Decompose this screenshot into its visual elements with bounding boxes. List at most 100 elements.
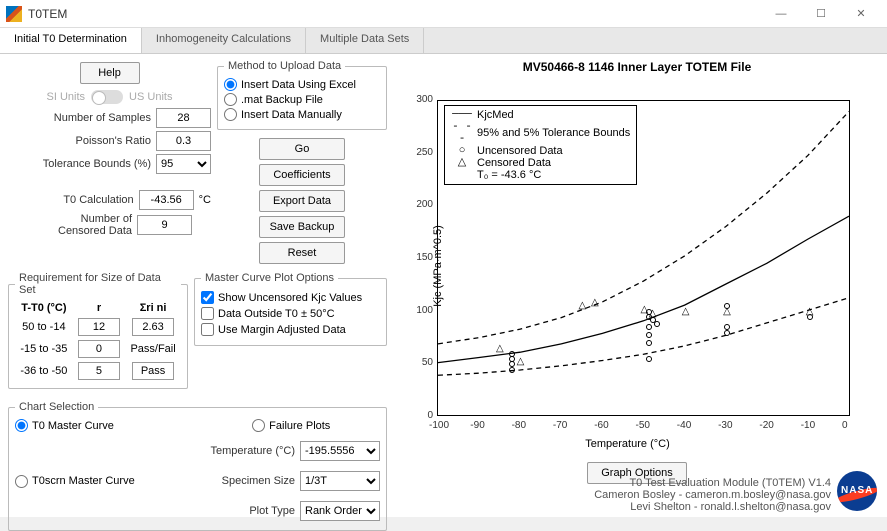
plot-type-select[interactable]: Rank Order	[300, 501, 380, 521]
req-r3c1: -36 to -50	[15, 360, 73, 382]
uncensored-point	[646, 356, 652, 362]
failure-plots-radio[interactable]	[252, 419, 265, 432]
us-units-label: US Units	[129, 91, 172, 103]
tolerance-label: Tolerance Bounds (%)	[43, 158, 151, 170]
upload-excel-radio[interactable]	[224, 78, 237, 91]
censored-point: △	[641, 304, 649, 315]
censored-point: △	[496, 343, 504, 354]
req-r3c2-input[interactable]	[78, 362, 120, 380]
data-outside-label: Data Outside T0 ± 50°C	[218, 308, 335, 320]
plot-type-label: Plot Type	[249, 505, 295, 517]
tab-bar: Initial T0 Determination Inhomogeneity C…	[0, 28, 887, 54]
minimize-button[interactable]: —	[761, 0, 801, 28]
footer-l1: T0 Test Evaluation Module (T0TEM) V1.4	[594, 477, 831, 489]
censored-point: △	[682, 306, 690, 317]
censored-point: △	[649, 308, 657, 319]
titlebar: T0TEM — ☐ ✕	[0, 0, 887, 28]
t0-calc-label: T0 Calculation	[63, 194, 133, 206]
tab-inhomogeneity[interactable]: Inhomogeneity Calculations	[142, 28, 306, 53]
censored-point: △	[591, 297, 599, 308]
t0scrn-label: T0scrn Master Curve	[32, 475, 135, 487]
x-tick: -30	[718, 420, 732, 431]
window-title: T0TEM	[28, 7, 761, 21]
si-units-label: SI Units	[47, 91, 86, 103]
unit-toggle[interactable]	[91, 90, 123, 104]
master-curve-options-group: Master Curve Plot Options Show Uncensore…	[194, 272, 387, 346]
tab-initial-t0[interactable]: Initial T0 Determination	[0, 28, 142, 53]
show-uncensored-check[interactable]	[201, 291, 214, 304]
censored-point: △	[723, 306, 731, 317]
spec-label: Specimen Size	[222, 475, 295, 487]
nasa-logo-icon: NASA	[837, 471, 877, 511]
export-data-button[interactable]: Export Data	[259, 190, 345, 212]
req-r2c1: -15 to -35	[15, 338, 73, 360]
x-axis-label: Temperature (°C)	[585, 438, 669, 450]
leg-bounds: 95% and 5% Tolerance Bounds	[477, 127, 630, 139]
leg-t0: T₀ = -43.6 °C	[477, 169, 541, 181]
leg-uncensored: Uncensored Data	[477, 145, 563, 157]
temp-select[interactable]: -195.5556	[300, 441, 380, 461]
req-r1c2-input[interactable]	[78, 318, 120, 336]
y-tick: 250	[409, 147, 433, 158]
leg-censored: Censored Data	[477, 157, 551, 169]
x-tick: -10	[801, 420, 815, 431]
chart-sel-legend: Chart Selection	[15, 401, 98, 413]
num-samples-input[interactable]	[156, 108, 211, 128]
censored-point: △	[806, 306, 814, 317]
y-tick: 50	[409, 357, 433, 368]
data-outside-check[interactable]	[201, 307, 214, 320]
uncensored-point	[646, 332, 652, 338]
t0-unit-label: °C	[199, 194, 211, 206]
req-h3: Σri ni	[125, 300, 181, 316]
help-button[interactable]: Help	[80, 62, 140, 84]
chart-selection-group: Chart Selection T0 Master Curve Failure …	[8, 401, 387, 531]
close-button[interactable]: ✕	[841, 0, 881, 28]
req-r2c2-input[interactable]	[78, 340, 120, 358]
y-tick: 0	[409, 410, 433, 421]
save-backup-button[interactable]: Save Backup	[259, 216, 345, 238]
upload-mat-radio[interactable]	[224, 93, 237, 106]
uncensored-point	[509, 367, 515, 373]
plot-box: ───KjcMed - - -95% and 5% Tolerance Boun…	[437, 100, 850, 416]
footer-l2: Cameron Bosley - cameron.m.bosley@nasa.g…	[594, 489, 831, 501]
t0-master-radio[interactable]	[15, 419, 28, 432]
spec-select[interactable]: 1/3T	[300, 471, 380, 491]
req-r3c3-input[interactable]	[132, 362, 174, 380]
chart-legend: ───KjcMed - - -95% and 5% Tolerance Boun…	[444, 105, 637, 185]
go-button[interactable]: Go	[259, 138, 345, 160]
x-tick: -50	[636, 420, 650, 431]
maximize-button[interactable]: ☐	[801, 0, 841, 28]
censored-input[interactable]	[137, 215, 192, 235]
censored-point: △	[517, 356, 525, 367]
x-tick: -60	[594, 420, 608, 431]
requirement-legend: Requirement for Size of Data Set	[15, 272, 181, 296]
poisson-label: Poisson's Ratio	[76, 135, 151, 147]
reset-button[interactable]: Reset	[259, 242, 345, 264]
t0scrn-radio[interactable]	[15, 475, 28, 488]
upload-manual-label: Insert Data Manually	[241, 109, 342, 121]
tab-multiple-sets[interactable]: Multiple Data Sets	[306, 28, 424, 53]
censored-point: △	[579, 300, 587, 311]
upload-manual-radio[interactable]	[224, 108, 237, 121]
margin-adjusted-label: Use Margin Adjusted Data	[218, 324, 346, 336]
req-h1: T-T0 (°C)	[15, 300, 73, 316]
y-tick: 150	[409, 252, 433, 263]
unit-toggle-group: SI Units US Units	[8, 90, 211, 104]
t0-master-label: T0 Master Curve	[32, 420, 114, 432]
poisson-input[interactable]	[156, 131, 211, 151]
x-tick: -100	[429, 420, 449, 431]
coefficients-button[interactable]: Coefficients	[259, 164, 345, 186]
t0-calc-input[interactable]	[139, 190, 194, 210]
margin-adjusted-check[interactable]	[201, 323, 214, 336]
requirement-group: Requirement for Size of Data Set T-T0 (°…	[8, 272, 188, 389]
upload-mat-label: .mat Backup File	[241, 94, 323, 106]
req-h2: r	[73, 300, 125, 316]
req-passfail-label: Pass/Fail	[125, 338, 181, 360]
tolerance-select[interactable]: 95	[156, 154, 211, 174]
req-r1c3-input[interactable]	[132, 318, 174, 336]
show-uncensored-label: Show Uncensored Kjc Values	[218, 292, 362, 304]
x-tick: 0	[842, 420, 848, 431]
uncensored-point	[724, 330, 730, 336]
temp-label: Temperature (°C)	[211, 445, 295, 457]
failure-plots-label: Failure Plots	[269, 420, 330, 432]
